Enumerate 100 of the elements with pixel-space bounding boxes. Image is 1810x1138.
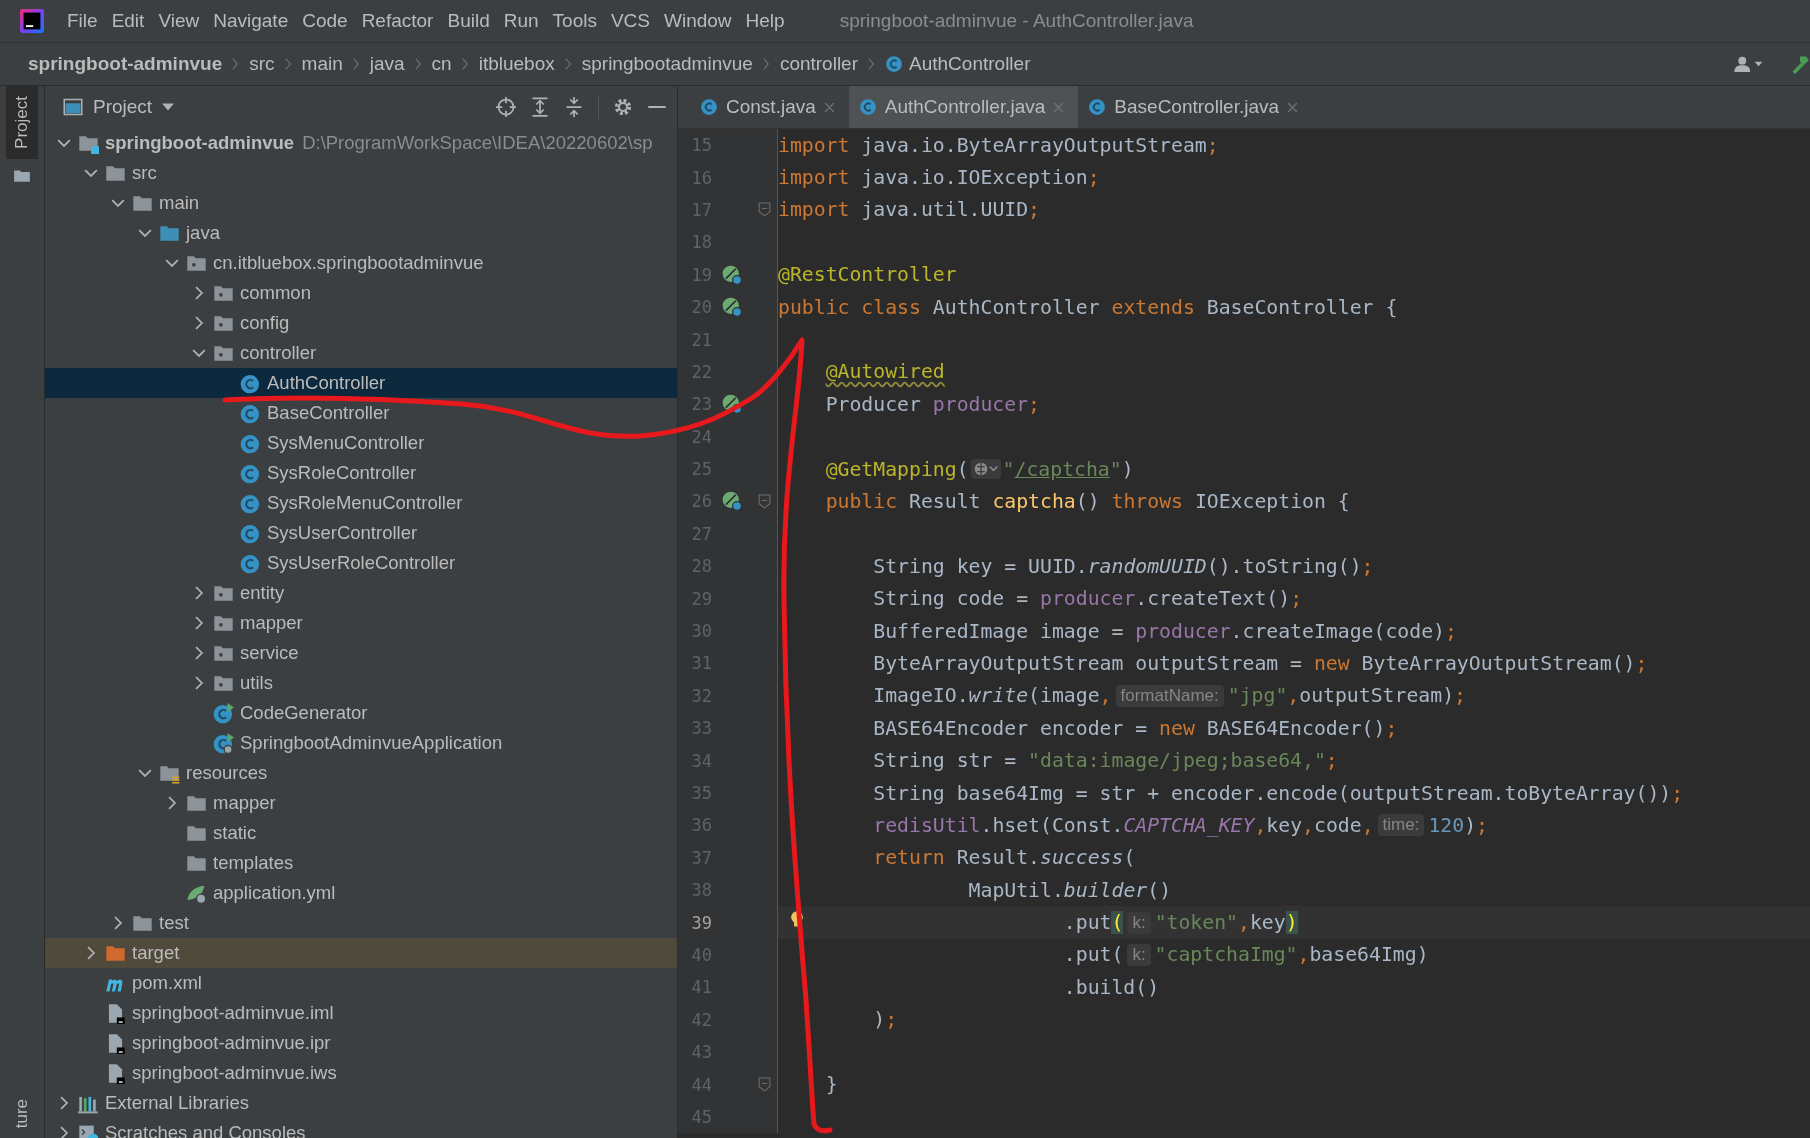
- class-icon: [240, 552, 261, 574]
- tree-item[interactable]: test: [45, 908, 677, 938]
- light-bulb-icon[interactable]: [790, 910, 804, 930]
- leaf-badge-icon[interactable]: [722, 264, 742, 285]
- tool-window-tab[interactable]: ture: [6, 1088, 38, 1138]
- code-text: BufferedImage image = producer.createImage(code);: [873, 619, 1457, 643]
- tree-item[interactable]: External Libraries: [45, 1088, 677, 1118]
- breadcrumb-item[interactable]: springbootadminvue: [581, 53, 753, 75]
- tree-item[interactable]: SysUserRoleController: [45, 548, 677, 578]
- tree-item[interactable]: BaseController: [45, 398, 677, 428]
- code-text: String str = "data:image/jpeg;base64,";: [873, 749, 1338, 773]
- fold-icon[interactable]: [757, 1077, 771, 1092]
- menu-item[interactable]: Navigate: [206, 10, 296, 32]
- class-icon: [700, 98, 718, 116]
- chevron-icon: [762, 57, 770, 71]
- fold-icon[interactable]: [757, 494, 771, 509]
- tree-item[interactable]: utils: [45, 668, 677, 698]
- tree-item[interactable]: java: [45, 218, 677, 248]
- file-tab[interactable]: BaseController.java: [1078, 86, 1313, 128]
- hammer-icon[interactable]: [1790, 54, 1810, 74]
- menu-item[interactable]: Edit: [104, 10, 152, 32]
- menu-item[interactable]: Help: [738, 10, 792, 32]
- file-tab[interactable]: AuthController.java: [848, 86, 1079, 128]
- tree-item[interactable]: SysRoleController: [45, 458, 677, 488]
- class-icon: [240, 462, 261, 484]
- breadcrumb-item[interactable]: itbluebox: [478, 53, 555, 75]
- tree-item[interactable]: SpringbootAdminvueApplication: [45, 728, 677, 758]
- chevron-icon: [414, 57, 422, 71]
- tree-item[interactable]: resources: [45, 758, 677, 788]
- menu-item[interactable]: View: [151, 10, 207, 32]
- code-text: .build(): [1063, 975, 1160, 999]
- breadcrumb-item[interactable]: controller: [779, 53, 859, 75]
- tree-item[interactable]: SysUserController: [45, 518, 677, 548]
- panel-title-dropdown[interactable]: Project: [63, 96, 175, 118]
- code-text: @Autowired: [825, 360, 945, 384]
- breadcrumb-item[interactable]: java: [369, 53, 405, 75]
- crosshair-icon[interactable]: [496, 97, 516, 117]
- tool-window-tab[interactable]: Project: [6, 86, 38, 159]
- tree-item[interactable]: controller: [45, 338, 677, 368]
- menu-item[interactable]: Run: [496, 10, 546, 32]
- breadcrumb-item[interactable]: cn: [431, 53, 452, 75]
- leaf-badge-icon[interactable]: [722, 394, 742, 415]
- tree-item[interactable]: pom.xml: [45, 968, 677, 998]
- code-text: import java.io.IOException;: [778, 166, 1100, 190]
- code-text: "/captcha"): [1002, 457, 1134, 481]
- user-icon[interactable]: [1734, 55, 1764, 73]
- file-tab[interactable]: Const.java: [690, 86, 849, 128]
- tree-item[interactable]: CodeGenerator: [45, 698, 677, 728]
- breadcrumb-item[interactable]: src: [249, 53, 275, 75]
- tree-item[interactable]: springboot-adminvue.iws: [45, 1058, 677, 1088]
- menu-item[interactable]: Window: [657, 10, 739, 32]
- menu-item[interactable]: VCS: [603, 10, 657, 32]
- tree-item[interactable]: springboot-adminvue D:\ProgramWorkSpace\IDEA\20220602\sp: [45, 128, 677, 158]
- tree-item[interactable]: mapper: [45, 608, 677, 638]
- code-text: ByteArrayOutputStream outputStream = new ByteArrayOutputStream();: [873, 651, 1648, 675]
- line-number: 39: [690, 912, 712, 933]
- globe-caret-icon[interactable]: [970, 459, 1001, 480]
- leaf-badge-icon[interactable]: [722, 297, 742, 318]
- tree-item[interactable]: main: [45, 188, 677, 218]
- class-icon: [240, 492, 261, 514]
- class-icon: [240, 402, 261, 424]
- collapse-all-icon[interactable]: [564, 97, 584, 117]
- code-text: @GetMapping(: [825, 457, 969, 481]
- tree-item[interactable]: mapper: [45, 788, 677, 818]
- breadcrumb-item[interactable]: springboot-adminvue: [28, 53, 223, 75]
- leaf-badge-icon[interactable]: [722, 491, 742, 512]
- tree-item[interactable]: static: [45, 818, 677, 848]
- code-text: );: [873, 1008, 898, 1032]
- tree-item[interactable]: SysMenuController: [45, 428, 677, 458]
- menu-item[interactable]: Build: [440, 10, 497, 32]
- menu-item[interactable]: Code: [295, 10, 355, 32]
- code-text: String base64Img = str + encoder.encode(outputStream.toByteArray());: [873, 781, 1684, 805]
- tree-item[interactable]: entity: [45, 578, 677, 608]
- breadcrumb-item[interactable]: main: [301, 53, 343, 75]
- chevron-icon: [232, 57, 240, 71]
- tree-item[interactable]: springboot-adminvue.ipr: [45, 1028, 677, 1058]
- menu-item[interactable]: File: [60, 10, 105, 32]
- tree-item[interactable]: config: [45, 308, 677, 338]
- parameter-hint: k:: [1127, 943, 1151, 966]
- settings-icon[interactable]: [613, 97, 633, 117]
- tree-item[interactable]: AuthController: [45, 368, 677, 398]
- code-text: .put(: [1063, 943, 1124, 967]
- tree-item[interactable]: common: [45, 278, 677, 308]
- tree-item[interactable]: service: [45, 638, 677, 668]
- menu-item[interactable]: Tools: [545, 10, 604, 32]
- code-text: "captchaImg",base64Img): [1154, 943, 1429, 967]
- code-text: }: [825, 1073, 838, 1096]
- menu-item[interactable]: Refactor: [354, 10, 441, 32]
- tree-item[interactable]: springboot-adminvue.iml: [45, 998, 677, 1028]
- tree-item[interactable]: application.yml: [45, 878, 677, 908]
- code-text: redisUtil.hset(Const.CAPTCHA_KEY,key,code,: [873, 813, 1374, 837]
- tree-item[interactable]: target: [45, 938, 677, 968]
- chevron-icon: [564, 57, 572, 71]
- tree-item[interactable]: src: [45, 158, 677, 188]
- tree-item[interactable]: cn.itbluebox.springbootadminvue: [45, 248, 677, 278]
- tree-item[interactable]: SysRoleMenuController: [45, 488, 677, 518]
- fold-icon[interactable]: [757, 202, 771, 218]
- breadcrumb-item[interactable]: AuthController: [885, 53, 1031, 75]
- tree-item[interactable]: templates: [45, 848, 677, 878]
- expand-all-icon[interactable]: [530, 97, 550, 117]
